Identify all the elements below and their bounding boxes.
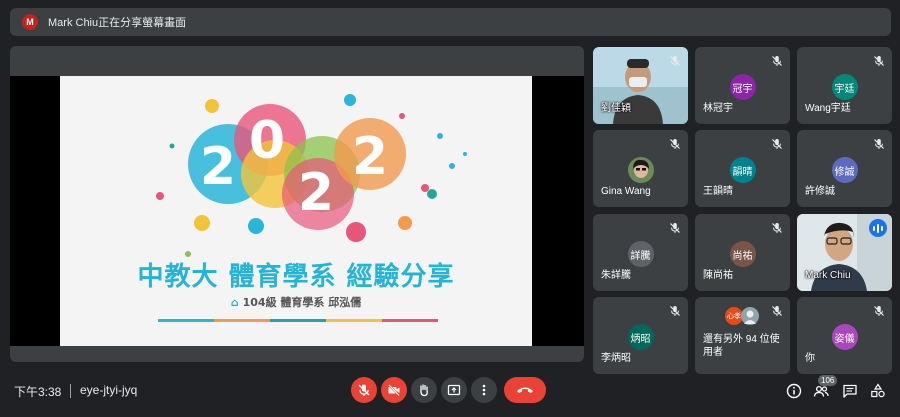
slide-digit-4: 2 [352, 127, 388, 187]
mic-off-icon [771, 137, 783, 149]
slide-subtitle: 104級 體育學系 邱泓儒 [242, 296, 362, 309]
presentation-stage[interactable]: 2 0 2 2 中教大 體育學系 經驗分享 ⌂ 104級 體育學系 邱泓儒 [10, 46, 584, 362]
participant-tile[interactable]: 宇廷 Wang宇廷 [797, 47, 892, 124]
mic-off-icon [669, 221, 681, 233]
participant-name: 你 [805, 353, 815, 364]
stripe-cyan [158, 319, 214, 322]
meeting-code: eye-jtyi-jyq [80, 383, 138, 397]
participant-name: Wang宇廷 [805, 103, 851, 114]
mic-off-icon [873, 137, 885, 149]
camera-off-icon [388, 384, 400, 397]
participant-name: Gina Wang [601, 186, 651, 197]
divider [70, 384, 71, 398]
avatar [627, 157, 654, 183]
presenter-avatar: M [22, 14, 38, 30]
mic-off-icon [358, 384, 370, 396]
avatar: 韻晴 [729, 157, 756, 183]
mini-avatar-photo [741, 307, 759, 325]
home-icon: ⌂ [230, 296, 239, 309]
mic-off-icon [873, 304, 885, 316]
more-participants-label: 還有另外 94 位使用者 [703, 334, 780, 358]
more-options-button[interactable] [471, 377, 497, 403]
avatar: 尚祐 [729, 241, 756, 267]
camera-toggle-button[interactable] [381, 377, 407, 403]
participant-tile[interactable]: Mark Chiu [797, 214, 892, 291]
slide: 2 0 2 2 中教大 體育學系 經驗分享 ⌂ 104級 體育學系 邱泓儒 [60, 76, 532, 346]
participant-name: 王韻晴 [703, 186, 733, 197]
stripe-orange [214, 319, 270, 322]
participant-name: Mark Chiu [805, 270, 851, 281]
participant-count-badge: 106 [818, 375, 838, 386]
screen-share-view: 2 0 2 2 中教大 體育學系 經驗分享 ⌂ 104級 體育學系 邱泓儒 [10, 76, 584, 346]
mic-off-icon [669, 54, 681, 66]
stripe-pink [382, 319, 438, 322]
sharing-banner-text: Mark Chiu正在分享螢幕畫面 [48, 17, 187, 29]
participant-tile[interactable]: 劉佳穎 [593, 47, 688, 124]
participant-tile[interactable]: 詳騰朱詳騰 [593, 214, 688, 291]
meeting-details-button[interactable] [784, 381, 804, 401]
mic-off-icon [873, 54, 885, 66]
speaking-indicator [869, 219, 887, 237]
mic-off-icon [669, 137, 681, 149]
participant-tile[interactable]: 修誠許修誠 [797, 130, 892, 207]
slide-subtitle-row: ⌂ 104級 體育學系 邱泓儒 [60, 294, 532, 310]
activities-button[interactable] [868, 381, 888, 401]
slide-digit-1: 2 [200, 137, 236, 197]
present-now-button[interactable] [441, 377, 467, 403]
avatar: 炳昭 [627, 324, 654, 350]
participant-tile[interactable]: 姿儀你 [797, 297, 892, 374]
sharing-banner: M Mark Chiu正在分享螢幕畫面 [10, 8, 891, 36]
participant-name: 劉佳穎 [601, 103, 631, 114]
participant-tile[interactable]: Gina Wang [593, 130, 688, 207]
mic-off-icon [771, 54, 783, 66]
stripe-yellow [326, 319, 382, 322]
slide-digit-3: 2 [298, 163, 334, 223]
info-icon [786, 383, 802, 399]
participant-tile[interactable]: 冠宇林冠宇 [695, 47, 790, 124]
current-time: 下午3:38 [14, 385, 62, 399]
slide-title: 中教大 體育學系 經驗分享 [137, 262, 455, 292]
avatar: 宇廷 [831, 74, 858, 100]
participant-name: 林冠宇 [703, 103, 733, 114]
more-vert-icon [482, 384, 486, 396]
raise-hand-icon [420, 384, 428, 397]
present-icon [447, 384, 461, 396]
participant-name: 李炳昭 [601, 353, 631, 364]
slide-digit-2: 0 [249, 111, 285, 171]
mic-off-icon [771, 221, 783, 233]
stripe-teal [270, 319, 326, 322]
mic-off-icon [771, 304, 783, 316]
participant-tile[interactable]: 尚祐陳尚祐 [695, 214, 790, 291]
end-call-icon [517, 387, 533, 393]
avatar: 姿儀 [831, 324, 858, 350]
participant-name: 許修誠 [805, 186, 835, 197]
participant-name: 朱詳騰 [601, 270, 631, 281]
participant-tile[interactable]: 心孝 還有另外 94 位使用者 [695, 297, 790, 374]
raise-hand-button[interactable] [411, 377, 437, 403]
control-bar: 下午3:38 eye-jtyi-jyq 106 [0, 365, 900, 417]
chat-button[interactable] [840, 381, 860, 401]
participant-tile[interactable]: 炳昭李炳昭 [593, 297, 688, 374]
mic-toggle-button[interactable] [351, 377, 377, 403]
avatar: 詳騰 [627, 241, 654, 267]
leave-call-button[interactable] [504, 377, 546, 403]
avatar: 冠宇 [729, 74, 756, 100]
avatar: 修誠 [831, 157, 858, 183]
participant-tile[interactable]: 韻晴王韻晴 [695, 130, 790, 207]
participant-name: 陳尚祐 [703, 270, 733, 281]
chat-icon [843, 384, 857, 398]
activities-icon [871, 383, 885, 398]
mic-off-icon [669, 304, 681, 316]
